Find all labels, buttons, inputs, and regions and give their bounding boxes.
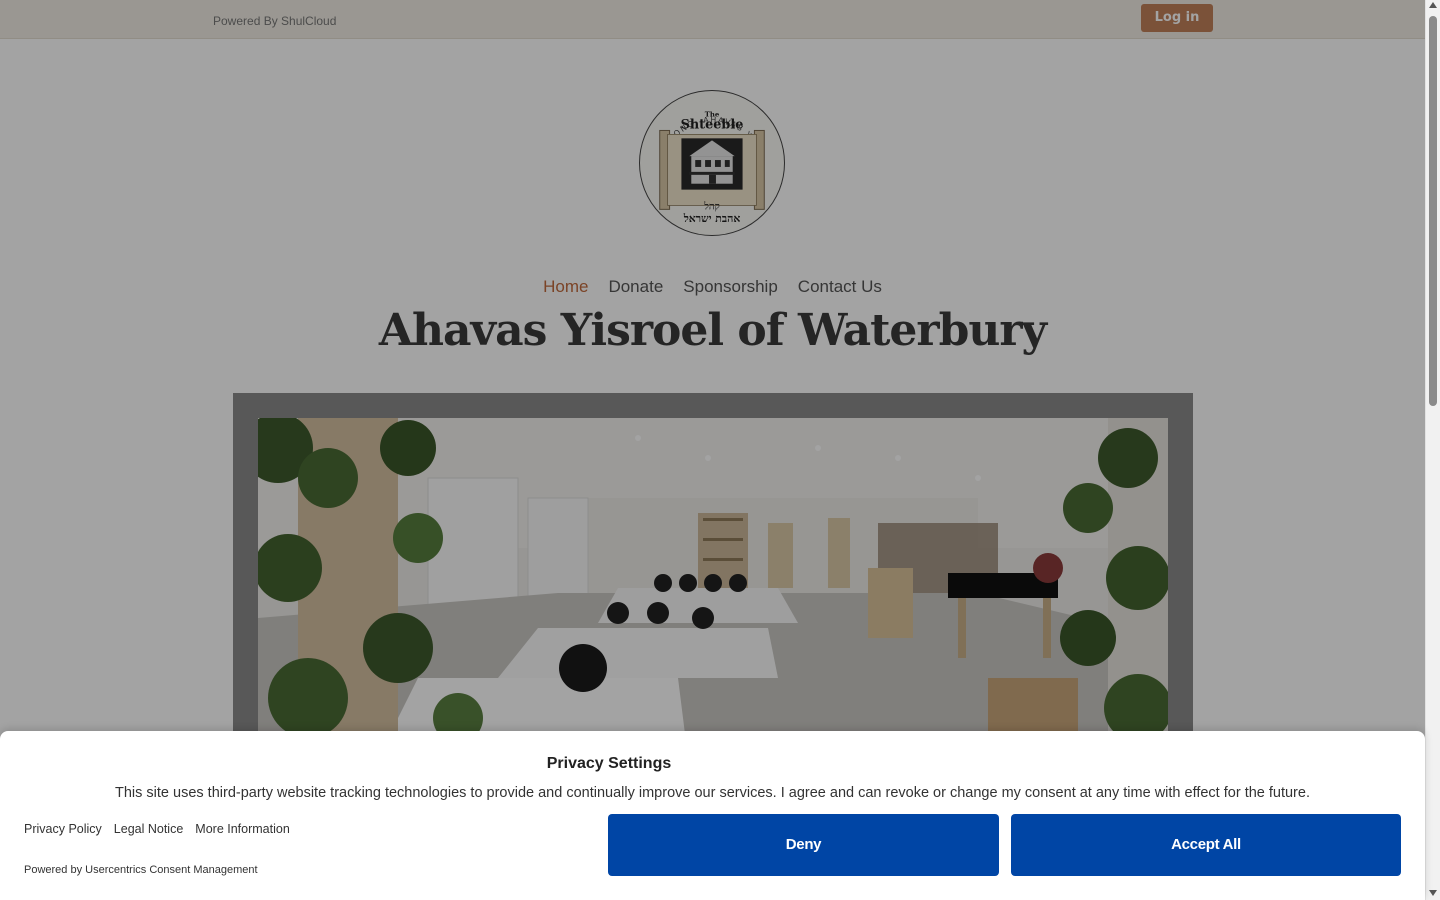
deny-button[interactable]: Deny (608, 814, 999, 876)
scroll-up-arrow-icon[interactable] (1429, 2, 1437, 8)
scroll-down-arrow-icon[interactable] (1429, 890, 1437, 896)
usercentrics-powered-by[interactable]: Powered by Usercentrics Consent Manageme… (24, 864, 258, 876)
page-scrollbar[interactable] (1425, 0, 1440, 900)
more-information-link[interactable]: More Information (195, 822, 289, 836)
consent-links: Privacy Policy Legal Notice More Informa… (24, 822, 290, 836)
consent-banner: Privacy Settings This site uses third-pa… (0, 731, 1425, 900)
scrollbar-thumb[interactable] (1429, 16, 1437, 406)
consent-description: This site uses third-party website track… (115, 785, 1310, 801)
accept-all-button[interactable]: Accept All (1011, 814, 1401, 876)
privacy-policy-link[interactable]: Privacy Policy (24, 822, 102, 836)
legal-notice-link[interactable]: Legal Notice (114, 822, 184, 836)
consent-title: Privacy Settings (546, 755, 672, 772)
